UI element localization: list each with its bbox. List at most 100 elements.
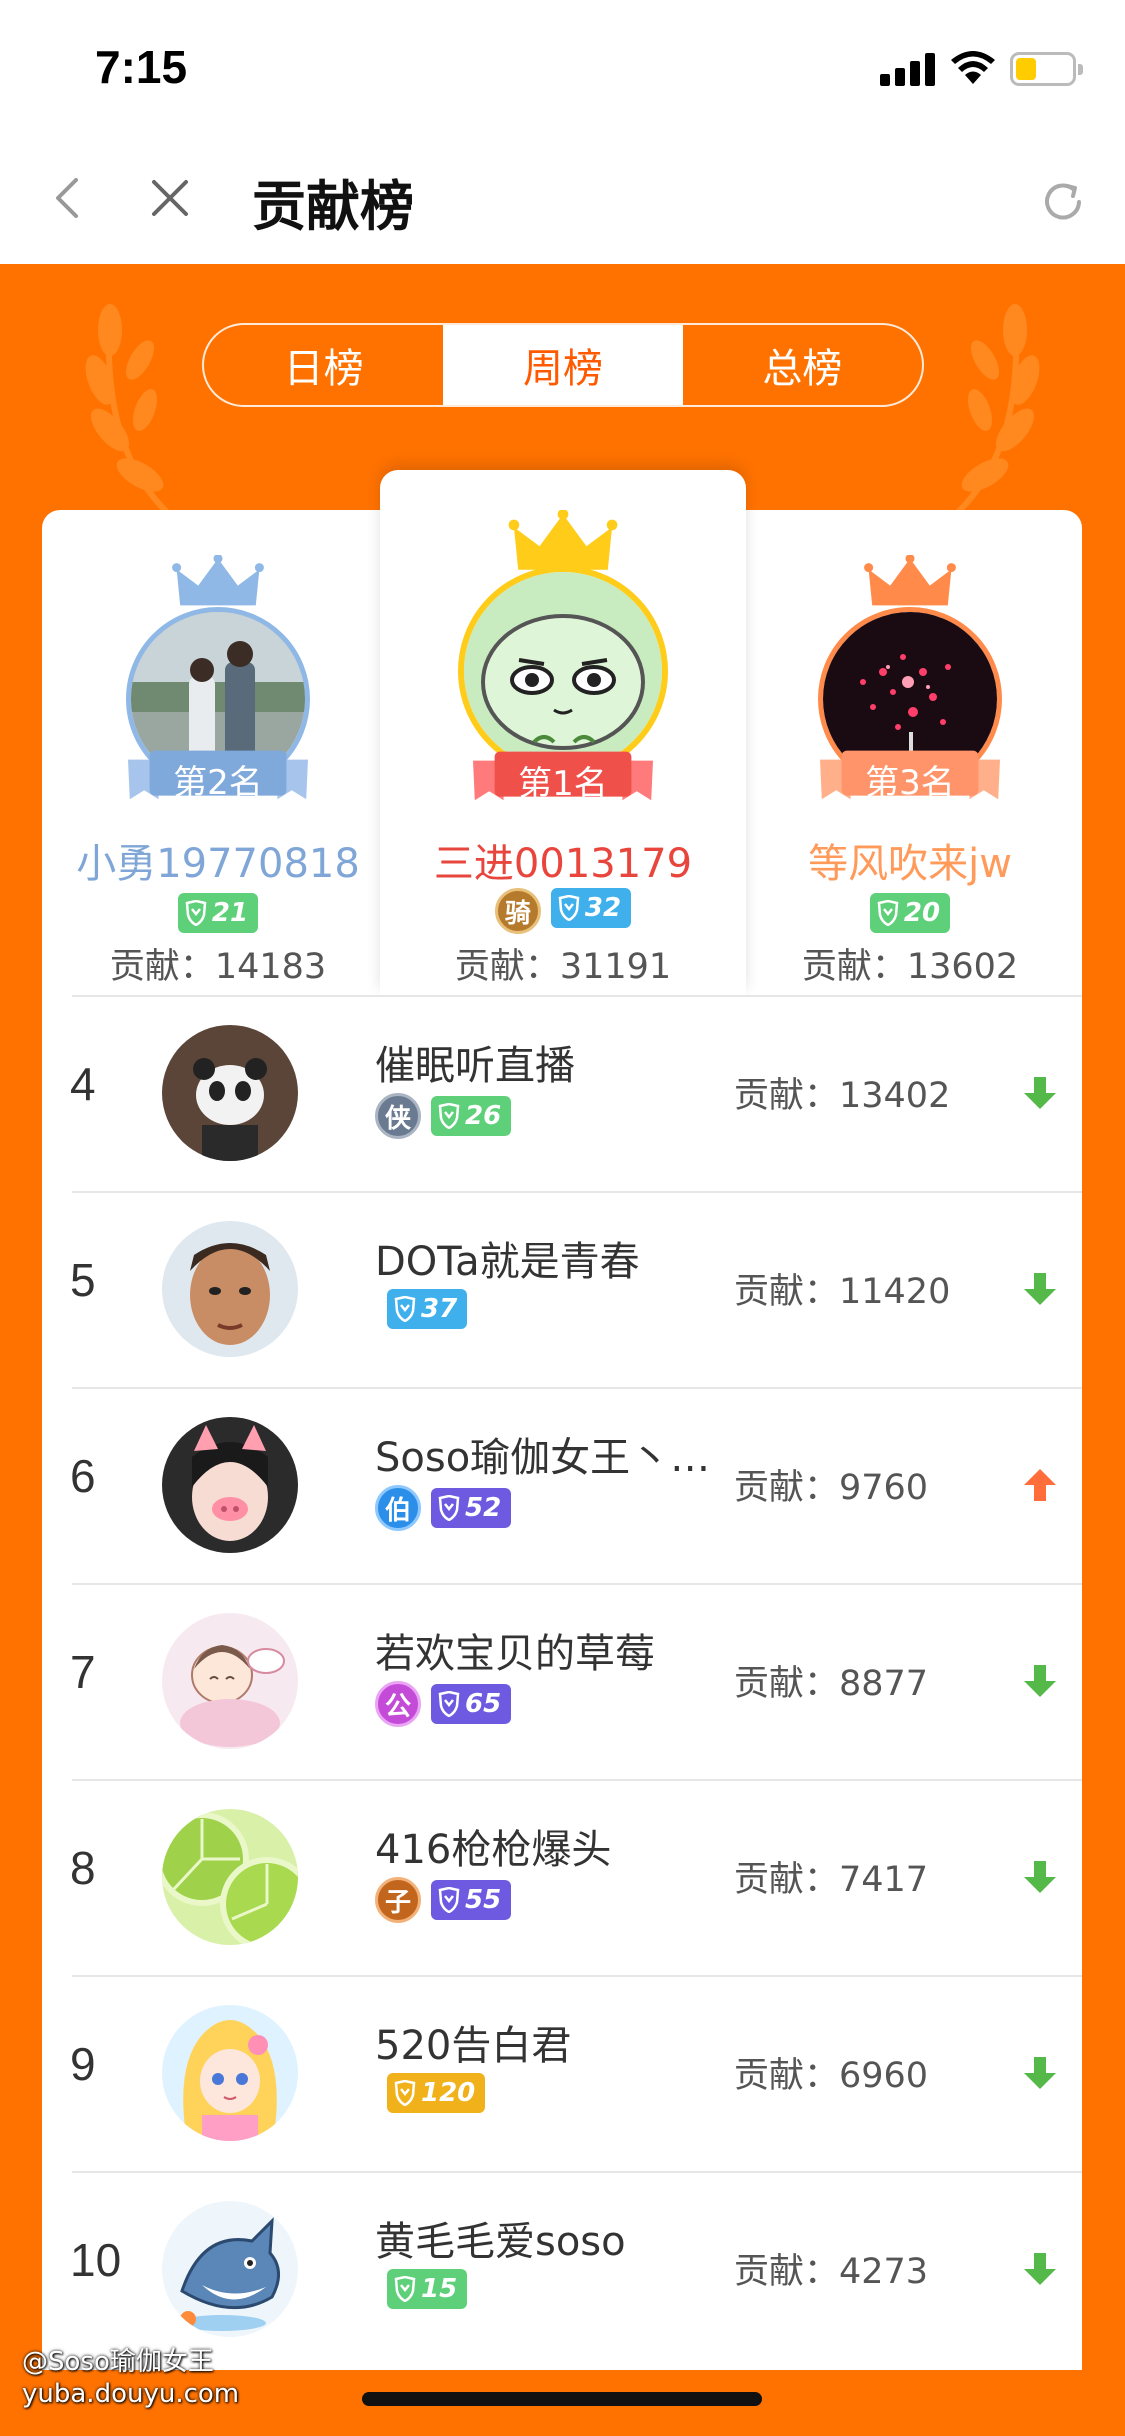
rank-number: 6 <box>70 1450 96 1502</box>
top-user-1[interactable]: 第1名 三进0013179 骑 32 贡献：31191 <box>403 510 723 987</box>
level-badge: 21 <box>177 893 259 933</box>
trend-down-icon <box>1024 2057 1056 2089</box>
badges: 骑 32 <box>403 888 723 934</box>
badges: 21 <box>58 893 378 933</box>
badges: 子 55 <box>375 1877 512 1923</box>
close-icon[interactable] <box>140 168 200 228</box>
level-badge: 120 <box>387 2073 486 2113</box>
avatar <box>162 2005 298 2141</box>
status-bar: 7:15 <box>0 0 1125 132</box>
shield-icon <box>438 1495 460 1521</box>
contribution: 贡献：31191 <box>454 947 672 987</box>
period-tabs: 日榜 周榜 总榜 <box>202 323 924 407</box>
tab-daily[interactable]: 日榜 <box>204 325 443 405</box>
level-badge: 32 <box>550 888 632 928</box>
list-item[interactable]: 10 黄毛毛爱soso 15 贡献：4273 <box>42 2171 1082 2367</box>
shield-icon <box>438 1691 460 1717</box>
divider <box>72 1779 1082 1781</box>
noble-medal-icon: 子 <box>375 1877 421 1923</box>
divider <box>72 1191 1082 1193</box>
rank-number: 7 <box>70 1646 96 1698</box>
badges: 37 <box>375 1289 468 1329</box>
rank-label: 第1名 <box>518 764 608 804</box>
level-badge: 26 <box>431 1096 512 1136</box>
tab-total[interactable]: 总榜 <box>683 325 922 405</box>
list-item[interactable]: 9 520告白君 120 贡献：6960 <box>42 1975 1082 2171</box>
level-badge: 55 <box>431 1880 512 1920</box>
ranking-list: 4 催眠听直播 侠 26 贡献：13402 5 DOTa就是青春 37 贡献：1… <box>42 995 1082 2370</box>
username: 黄毛毛爱soso <box>375 2219 626 2265</box>
noble-medal-icon: 骑 <box>494 888 541 934</box>
username: DOTa就是青春 <box>375 1239 640 1285</box>
contribution: 贡献：8877 <box>734 1664 929 1704</box>
list-item[interactable]: 7 若欢宝贝的草莓 公 65 贡献：8877 <box>42 1583 1082 1779</box>
battery-icon <box>1010 52 1083 86</box>
badges: 公 65 <box>375 1681 512 1727</box>
shield-icon <box>877 900 899 926</box>
username: 三进0013179 <box>433 841 693 887</box>
refresh-icon[interactable] <box>1035 174 1091 230</box>
list-item[interactable]: 4 催眠听直播 侠 26 贡献：13402 <box>42 995 1082 1191</box>
trend-down-icon <box>1024 1861 1056 1893</box>
username: 416枪枪爆头 <box>375 1827 612 1873</box>
divider <box>72 995 1082 997</box>
top-user-2[interactable]: 第2名 小勇19770818 21 贡献：14183 <box>58 555 378 987</box>
home-indicator[interactable] <box>362 2392 762 2406</box>
crown-icon <box>864 555 956 606</box>
avatar <box>162 1809 298 1945</box>
divider <box>72 1975 1082 1977</box>
badges: 伯 52 <box>375 1485 512 1531</box>
contribution: 贡献：13602 <box>801 947 1019 987</box>
contribution: 贡献：13402 <box>734 1076 951 1116</box>
tab-weekly[interactable]: 周榜 <box>443 325 683 405</box>
divider <box>72 1387 1082 1389</box>
top-user-3[interactable]: 第3名 等风吹来jw 20 贡献：13602 <box>750 555 1070 987</box>
rank-number: 10 <box>70 2234 122 2286</box>
rank-number: 5 <box>70 1254 96 1306</box>
status-time: 7:15 <box>95 41 188 93</box>
username: 催眠听直播 <box>375 1043 575 1089</box>
list-item[interactable]: 6 Soso瑜伽女王丶… 伯 52 贡献：9760 <box>42 1387 1082 1583</box>
avatar <box>458 566 668 776</box>
crown-icon <box>172 555 264 606</box>
shield-icon <box>185 900 207 926</box>
trend-down-icon <box>1024 1273 1056 1305</box>
rank-label: 第2名 <box>173 763 263 803</box>
noble-medal-icon: 侠 <box>375 1093 421 1139</box>
shield-icon <box>438 1103 460 1129</box>
signal-icon <box>880 52 936 86</box>
list-item[interactable]: 8 416枪枪爆头 子 55 贡献：7417 <box>42 1779 1082 1975</box>
level-badge: 65 <box>431 1684 512 1724</box>
username: Soso瑜伽女王丶… <box>375 1435 711 1481</box>
username: 若欢宝贝的草莓 <box>375 1631 655 1677</box>
level-badge: 20 <box>869 893 951 933</box>
shield-icon <box>394 2080 416 2106</box>
trend-down-icon <box>1024 1665 1056 1697</box>
back-icon[interactable] <box>40 168 100 228</box>
badges: 20 <box>750 893 1070 933</box>
crown-icon <box>508 510 618 570</box>
contribution: 贡献：4273 <box>734 2252 929 2292</box>
rank-number: 9 <box>70 2038 96 2090</box>
laurel-decoration-right <box>952 304 1040 518</box>
noble-medal-icon: 伯 <box>375 1485 421 1531</box>
list-item[interactable]: 5 DOTa就是青春 37 贡献：11420 <box>42 1191 1082 1387</box>
rank-number: 8 <box>70 1842 96 1894</box>
contribution: 贡献：9760 <box>734 1468 929 1508</box>
shield-icon <box>558 895 580 921</box>
contribution: 贡献：6960 <box>734 2056 929 2096</box>
laurel-decoration-left <box>85 304 173 518</box>
noble-medal-icon: 公 <box>375 1681 421 1727</box>
avatar <box>162 1613 298 1749</box>
level-badge: 15 <box>387 2269 468 2309</box>
avatar <box>162 2201 298 2337</box>
badges: 120 <box>375 2073 486 2113</box>
level-badge: 37 <box>387 1289 468 1329</box>
username: 等风吹来jw <box>808 841 1012 887</box>
avatar <box>162 1417 298 1553</box>
rank-label: 第3名 <box>865 763 955 803</box>
avatar <box>162 1221 298 1357</box>
trend-down-icon <box>1024 2253 1056 2285</box>
contribution: 贡献：11420 <box>734 1272 951 1312</box>
shield-icon <box>438 1887 460 1913</box>
